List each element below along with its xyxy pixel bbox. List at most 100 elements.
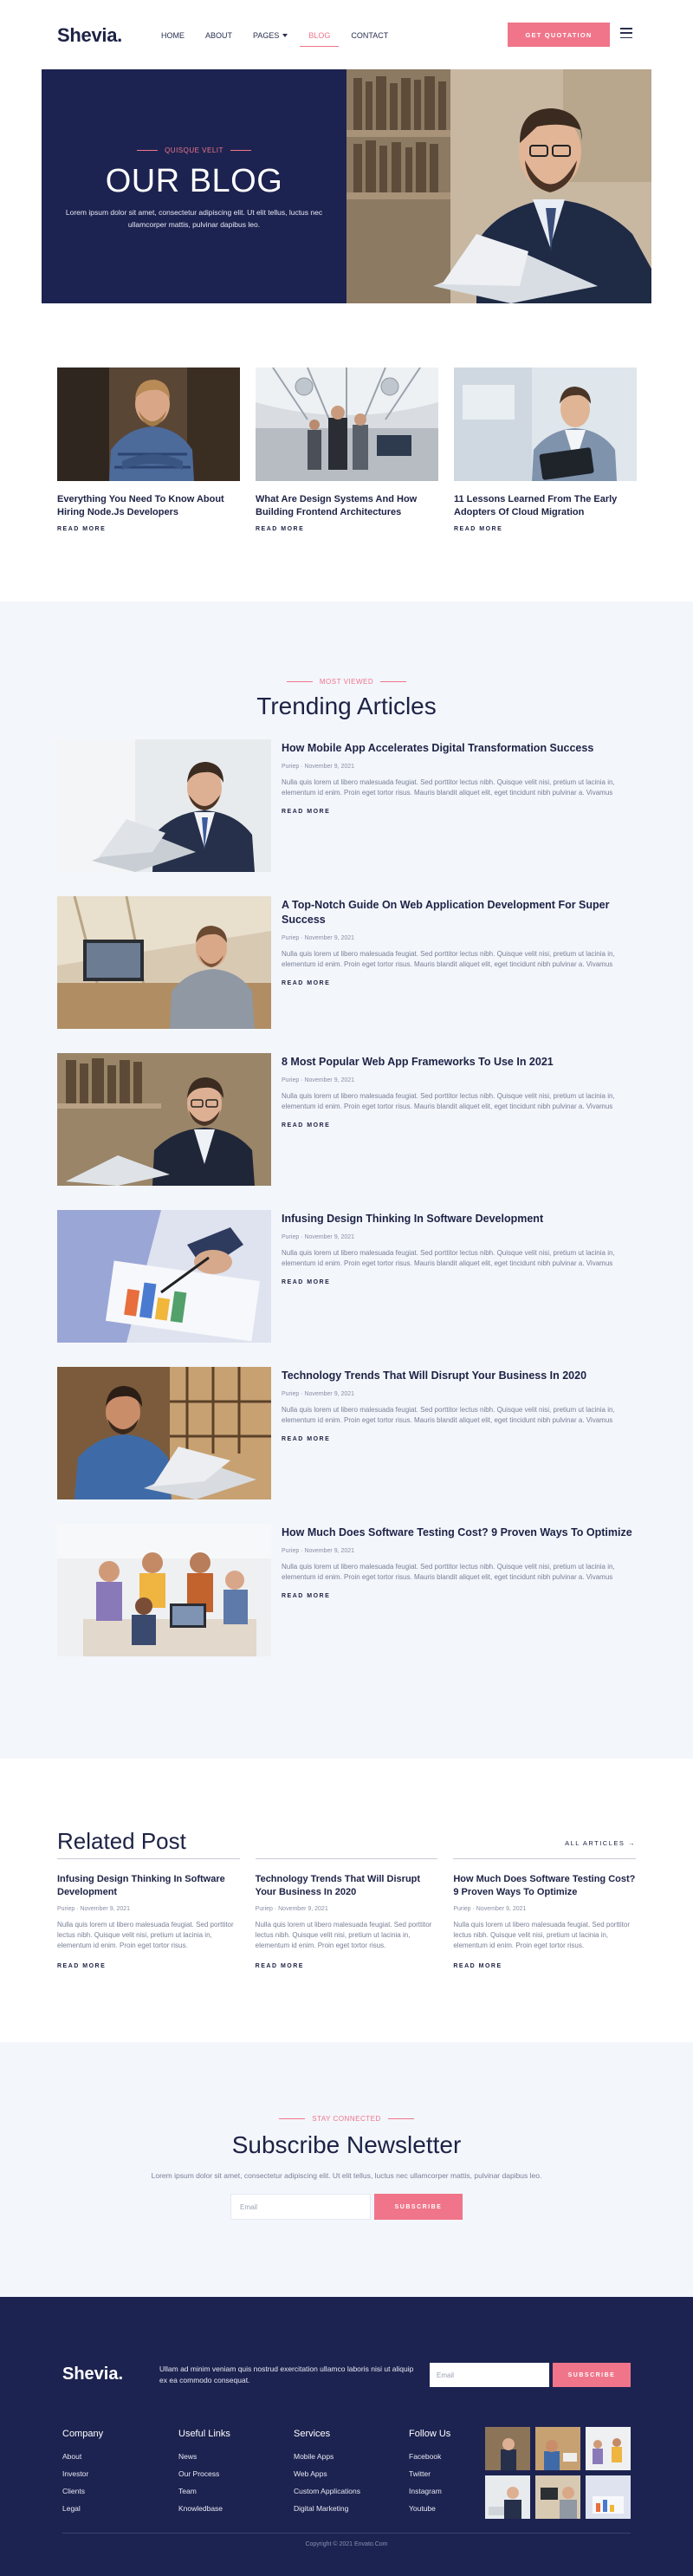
footer-link[interactable]: Digital Marketing — [294, 2504, 360, 2513]
menu-icon[interactable] — [620, 28, 632, 38]
footer-column-useful-links: Useful Links News Our Process Team Knowl… — [178, 2429, 230, 2521]
newsletter-section: STAY CONNECTED Subscribe Newsletter Lore… — [0, 2042, 693, 2297]
read-more-link[interactable]: READ MORE — [453, 1963, 636, 1969]
related-post-title[interactable]: Technology Trends That Will Disrupt Your… — [256, 1873, 438, 1899]
featured-image[interactable] — [454, 368, 637, 481]
article-item[interactable]: Infusing Design Thinking In Software Dev… — [57, 1210, 636, 1343]
footer-link[interactable]: Knowledbase — [178, 2504, 230, 2513]
read-more-link[interactable]: READ MORE — [282, 809, 636, 815]
gallery-image[interactable] — [535, 2475, 580, 2519]
featured-posts: Everything You Need To Know About Hiring… — [57, 368, 637, 532]
footer-logo[interactable]: Shevia. — [62, 2365, 123, 2384]
footer-link[interactable]: Clients — [62, 2487, 103, 2495]
newsletter-form: Email SUBSCRIBE — [0, 2194, 693, 2220]
article-image[interactable] — [57, 1053, 271, 1186]
site-header: Shevia. HOME ABOUT PAGES BLOG CONTACT GE… — [0, 0, 693, 69]
article-item[interactable]: How Mobile App Accelerates Digital Trans… — [57, 739, 636, 872]
article-item[interactable]: A Top-Notch Guide On Web Application Dev… — [57, 896, 636, 1029]
nav-contact[interactable]: CONTACT — [351, 31, 388, 40]
page-title: OUR BLOG — [105, 163, 283, 199]
nav-blog[interactable]: BLOG — [300, 31, 340, 47]
featured-card[interactable]: 11 Lessons Learned From The Early Adopte… — [454, 368, 637, 532]
read-more-link[interactable]: READ MORE — [282, 1436, 636, 1442]
read-more-link[interactable]: READ MORE — [282, 980, 636, 986]
gallery-image[interactable] — [535, 2427, 580, 2470]
footer-link[interactable]: Investor — [62, 2469, 103, 2478]
gallery-image[interactable] — [586, 2475, 631, 2519]
article-title[interactable]: Technology Trends That Will Disrupt Your… — [282, 1369, 636, 1383]
article-body: Infusing Design Thinking In Software Dev… — [282, 1210, 636, 1343]
related-post-title[interactable]: How Much Does Software Testing Cost? 9 P… — [453, 1873, 636, 1899]
article-title[interactable]: How Much Does Software Testing Cost? 9 P… — [282, 1525, 636, 1540]
read-more-link[interactable]: READ MORE — [57, 526, 240, 532]
subscribe-button[interactable]: SUBSCRIBE — [374, 2194, 463, 2220]
featured-card[interactable]: What Are Design Systems And How Building… — [256, 368, 438, 532]
article-excerpt: Nulla quis lorem ut libero malesuada feu… — [282, 1092, 615, 1110]
nav-pages[interactable]: PAGES — [253, 31, 288, 40]
main-nav: HOME ABOUT PAGES BLOG CONTACT — [161, 31, 409, 47]
featured-image[interactable] — [256, 368, 438, 481]
nav-home[interactable]: HOME — [161, 31, 185, 40]
read-more-link[interactable]: READ MORE — [256, 526, 438, 532]
related-card[interactable]: Infusing Design Thinking In Software Dev… — [57, 1873, 240, 1969]
footer-link[interactable]: Twitter — [409, 2469, 450, 2478]
gallery-image[interactable] — [485, 2427, 530, 2470]
article-item[interactable]: How Much Does Software Testing Cost? 9 P… — [57, 1524, 636, 1656]
hero-banner: QUISQUE VELIT OUR BLOG Lorem ipsum dolor… — [42, 69, 651, 303]
read-more-link[interactable]: READ MORE — [57, 1963, 240, 1969]
article-excerpt: Nulla quis lorem ut libero malesuada feu… — [282, 1249, 615, 1267]
article-body: How Much Does Software Testing Cost? 9 P… — [282, 1524, 636, 1656]
footer-link[interactable]: Our Process — [178, 2469, 230, 2478]
related-card[interactable]: How Much Does Software Testing Cost? 9 P… — [453, 1873, 636, 1969]
footer-link[interactable]: Legal — [62, 2504, 103, 2513]
article-title[interactable]: 8 Most Popular Web App Frameworks To Use… — [282, 1055, 636, 1070]
article-excerpt: Nulla quis lorem ut libero malesuada feu… — [282, 778, 615, 797]
read-more-link[interactable]: READ MORE — [282, 1122, 636, 1129]
all-articles-link[interactable]: ALL ARTICLES → — [565, 1839, 636, 1847]
footer-subscribe-button[interactable]: SUBSCRIBE — [553, 2363, 631, 2387]
article-title[interactable]: Infusing Design Thinking In Software Dev… — [282, 1212, 636, 1226]
newsletter-email-input[interactable]: Email — [230, 2194, 371, 2220]
article-image[interactable] — [57, 896, 271, 1029]
newsletter-eyebrow-text: STAY CONNECTED — [312, 2115, 381, 2123]
footer-link[interactable]: Web Apps — [294, 2469, 360, 2478]
article-excerpt: Nulla quis lorem ut libero malesuada feu… — [282, 1406, 615, 1424]
featured-title[interactable]: What Are Design Systems And How Building… — [256, 493, 438, 519]
get-quotation-button[interactable]: GET QUOTATION — [508, 23, 610, 47]
gallery-image[interactable] — [485, 2475, 530, 2519]
footer-link[interactable]: Team — [178, 2487, 230, 2495]
article-title[interactable]: A Top-Notch Guide On Web Application Dev… — [282, 898, 636, 927]
featured-title[interactable]: 11 Lessons Learned From The Early Adopte… — [454, 493, 637, 519]
featured-image[interactable] — [57, 368, 240, 481]
featured-card[interactable]: Everything You Need To Know About Hiring… — [57, 368, 240, 532]
article-image[interactable] — [57, 1524, 271, 1656]
footer-email-input[interactable]: Email — [430, 2363, 549, 2387]
footer-link[interactable]: News — [178, 2452, 230, 2461]
footer-link[interactable]: Instagram — [409, 2487, 450, 2495]
article-image[interactable] — [57, 1367, 271, 1499]
footer-link[interactable]: About — [62, 2452, 103, 2461]
site-logo[interactable]: Shevia. — [57, 24, 122, 47]
article-item[interactable]: Technology Trends That Will Disrupt Your… — [57, 1367, 636, 1499]
related-post-title[interactable]: Infusing Design Thinking In Software Dev… — [57, 1873, 240, 1899]
read-more-link[interactable]: READ MORE — [282, 1279, 636, 1285]
read-more-link[interactable]: READ MORE — [256, 1963, 438, 1969]
footer-link[interactable]: Youtube — [409, 2504, 450, 2513]
footer-link[interactable]: Mobile Apps — [294, 2452, 360, 2461]
article-title[interactable]: How Mobile App Accelerates Digital Trans… — [282, 741, 636, 756]
nav-about[interactable]: ABOUT — [205, 31, 232, 40]
article-image[interactable] — [57, 739, 271, 872]
footer-link[interactable]: Facebook — [409, 2452, 450, 2461]
footer-link[interactable]: Custom Applications — [294, 2487, 360, 2495]
article-item[interactable]: 8 Most Popular Web App Frameworks To Use… — [57, 1053, 636, 1186]
related-card[interactable]: Technology Trends That Will Disrupt Your… — [256, 1873, 438, 1969]
gallery-image[interactable] — [586, 2427, 631, 2470]
footer-description: Ullam ad minim veniam quis nostrud exerc… — [159, 2365, 414, 2384]
featured-title[interactable]: Everything You Need To Know About Hiring… — [57, 493, 240, 519]
article-meta: Puriep · November 9, 2021 — [282, 1391, 355, 1397]
article-image[interactable] — [57, 1210, 271, 1343]
read-more-link[interactable]: READ MORE — [282, 1593, 636, 1599]
related-header: Related Post ALL ARTICLES → — [57, 1826, 636, 1859]
read-more-link[interactable]: READ MORE — [454, 526, 637, 532]
section-eyebrow-text: MOST VIEWED — [319, 678, 374, 686]
